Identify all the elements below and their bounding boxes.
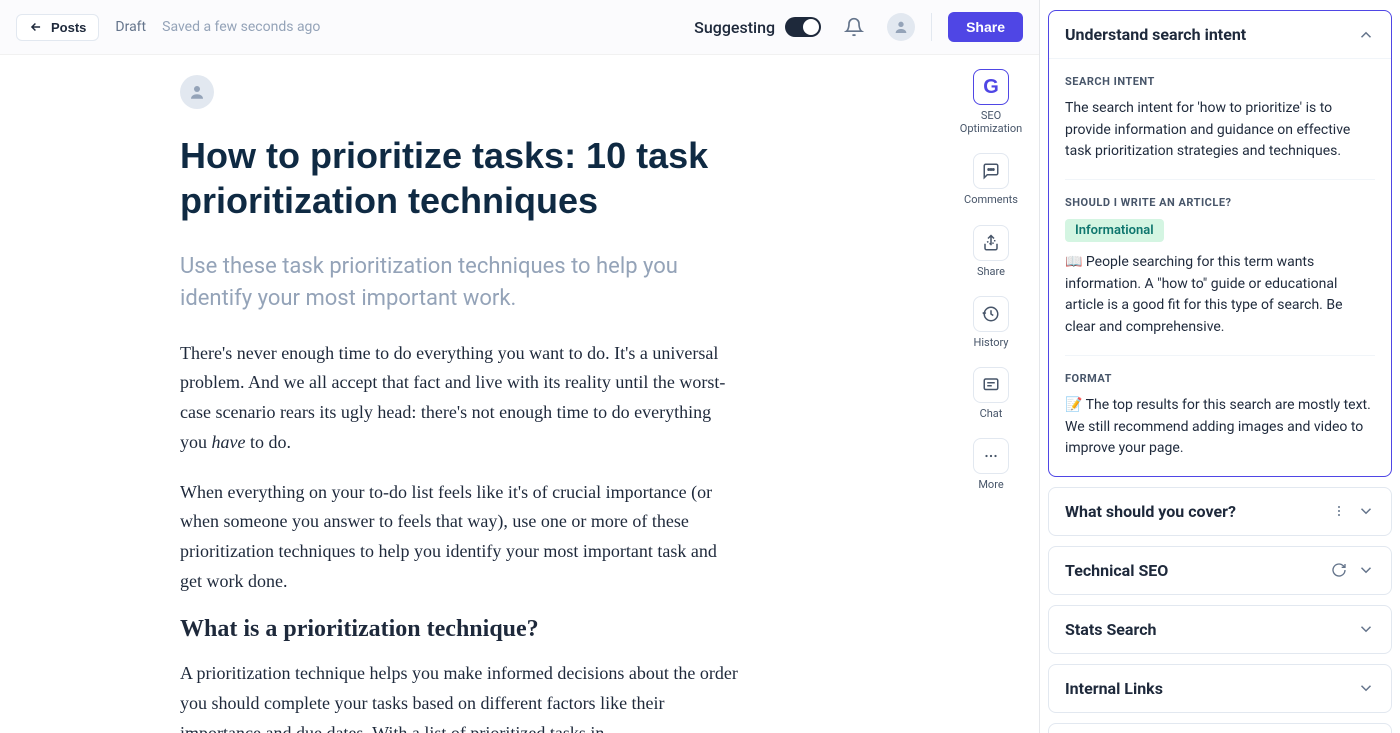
tool-seo-optimization[interactable]: G SEO Optimization (951, 69, 1031, 135)
topbar: Posts Draft Saved a few seconds ago Sugg… (0, 0, 1039, 55)
history-icon (973, 296, 1009, 332)
suggesting-toggle-group: Suggesting (694, 17, 821, 37)
user-icon (188, 83, 206, 101)
suggesting-toggle[interactable] (785, 17, 821, 37)
editor-column[interactable]: How to prioritize tasks: 10 task priorit… (0, 55, 943, 733)
panel-head[interactable]: What should you cover? (1049, 488, 1391, 535)
panel-collapsed: Internal Links (1048, 664, 1392, 713)
panel-search-intent: Understand search intent SEARCH INTENT T… (1048, 10, 1392, 477)
chevron-down-icon (1357, 502, 1375, 520)
document-title[interactable]: How to prioritize tasks: 10 task priorit… (180, 133, 740, 223)
panel-head[interactable]: Stats Search (1049, 606, 1391, 653)
google-icon: G (973, 69, 1009, 105)
panel-title: Internal Links (1065, 679, 1163, 698)
bell-icon (844, 17, 864, 37)
topbar-divider (931, 13, 932, 41)
chevron-down-icon (1357, 561, 1375, 579)
chevron-up-icon (1357, 26, 1375, 44)
document-subtitle[interactable]: Use these task prioritization techniques… (180, 251, 740, 315)
collapsed-panels: What should you cover? Technical SEO Stats… (1048, 487, 1392, 733)
share-icon (973, 225, 1009, 261)
heading-2[interactable]: What is a prioritization technique? (180, 616, 740, 643)
label-should-write: SHOULD I WRITE AN ARTICLE? (1065, 196, 1375, 209)
panel-title: Stats Search (1065, 620, 1157, 639)
chip-informational: Informational (1065, 219, 1164, 242)
chevron-down-icon (1357, 620, 1375, 638)
comment-icon (973, 153, 1009, 189)
chat-icon (973, 367, 1009, 403)
notifications-button[interactable] (837, 10, 871, 44)
tool-chat[interactable]: Chat (951, 367, 1031, 420)
document-wrapper: How to prioritize tasks: 10 task priorit… (180, 75, 740, 733)
panel-collapsed: Stats Search (1048, 605, 1392, 654)
kebab-icon[interactable] (1331, 503, 1347, 519)
panel-collapsed: What should you cover? (1048, 487, 1392, 536)
panel-head-search-intent[interactable]: Understand search intent (1049, 11, 1391, 58)
paragraph-1[interactable]: There's never enough time to do everythi… (180, 339, 740, 458)
panel-collapsed: Plagiarism Check (1048, 723, 1392, 733)
author-avatar[interactable] (180, 75, 214, 109)
text-search-intent: The search intent for 'how to prioritize… (1065, 98, 1375, 163)
content-row: How to prioritize tasks: 10 task priorit… (0, 55, 1039, 733)
panel-head[interactable]: Technical SEO (1049, 547, 1391, 594)
user-icon (893, 19, 909, 35)
paragraph-3[interactable]: A prioritization technique helps you mak… (180, 659, 740, 733)
paragraph-2[interactable]: When everything on your to-do list feels… (180, 478, 740, 597)
back-to-posts-button[interactable]: Posts (16, 14, 99, 41)
tool-more[interactable]: More (951, 438, 1031, 491)
text-format: 📝 The top results for this search are mo… (1065, 395, 1375, 460)
panel-head[interactable]: Plagiarism Check (1049, 724, 1391, 733)
main-area: Posts Draft Saved a few seconds ago Sugg… (0, 0, 1040, 733)
panel-body-search-intent: SEARCH INTENT The search intent for 'how… (1049, 58, 1391, 476)
label-search-intent: SEARCH INTENT (1065, 75, 1375, 88)
back-label: Posts (51, 20, 86, 35)
user-avatar-small[interactable] (887, 13, 915, 41)
saved-status: Saved a few seconds ago (162, 19, 320, 35)
suggesting-label: Suggesting (694, 18, 775, 37)
arrow-left-icon (29, 20, 43, 34)
share-button[interactable]: Share (948, 12, 1023, 42)
side-tool-strip: G SEO Optimization Comments Share (943, 55, 1039, 733)
tool-comments[interactable]: Comments (951, 153, 1031, 206)
refresh-icon[interactable] (1331, 562, 1347, 578)
text-should-write: 📖 People searching for this term wants i… (1065, 252, 1375, 339)
panel-title: What should you cover? (1065, 502, 1236, 521)
draft-status: Draft (115, 19, 146, 35)
document-body[interactable]: There's never enough time to do everythi… (180, 339, 740, 733)
more-icon (973, 438, 1009, 474)
panel-collapsed: Technical SEO (1048, 546, 1392, 595)
panel-head[interactable]: Internal Links (1049, 665, 1391, 712)
label-format: FORMAT (1065, 372, 1375, 385)
tool-share[interactable]: Share (951, 225, 1031, 278)
chevron-down-icon (1357, 679, 1375, 697)
seo-sidebar: Understand search intent SEARCH INTENT T… (1040, 0, 1400, 733)
tool-history[interactable]: History (951, 296, 1031, 349)
panel-title: Technical SEO (1065, 561, 1168, 580)
